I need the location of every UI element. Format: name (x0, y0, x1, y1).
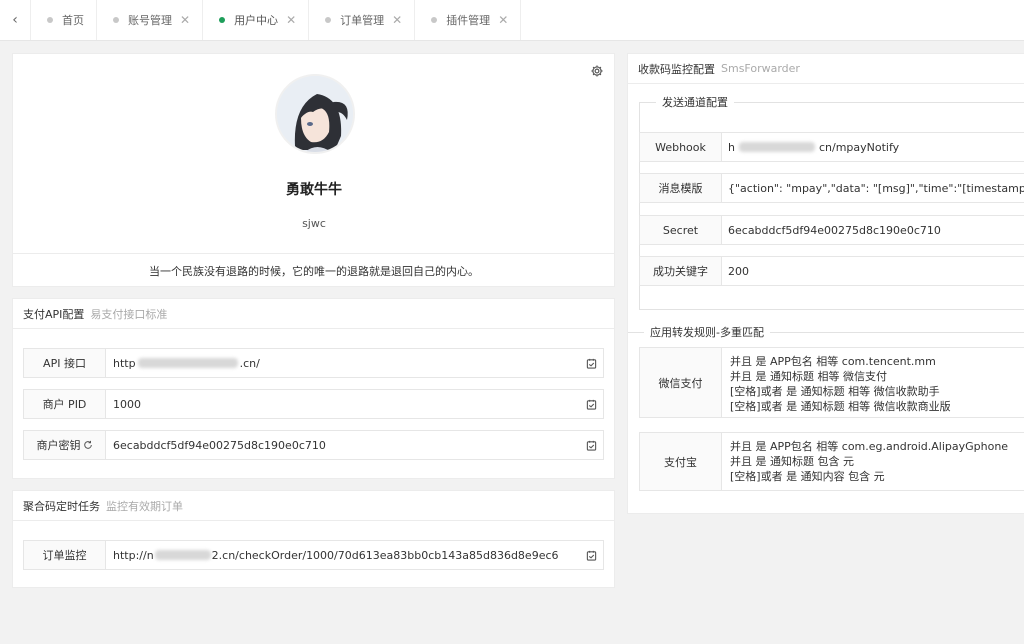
merchant-pid-label: 商户 PID (24, 390, 106, 418)
tab-1[interactable]: 账号管理 ✕ (97, 0, 204, 40)
order-monitor-value[interactable]: http://n 2.cn/checkOrder/1000/70d613ea83b… (106, 541, 579, 569)
tab-dot-icon (325, 17, 332, 23)
close-icon[interactable]: ✕ (180, 13, 190, 27)
tab-dot-icon (219, 17, 226, 23)
tab-dot-icon (113, 17, 119, 23)
rule-line: 并且 是 通知标题 相等 微信支付 (730, 370, 887, 383)
merchant-pid-row: 商户 PID 1000 (23, 389, 604, 419)
cron-header: 聚合码定时任务 监控有效期订单 (13, 491, 614, 521)
tab-label: 用户中心 (234, 14, 279, 27)
cron-title: 聚合码定时任务 (23, 499, 100, 513)
secret-label: Secret (640, 216, 722, 244)
monitor-header: 收款码监控配置 SmsForwarder (628, 54, 1024, 84)
gear-icon[interactable] (590, 64, 604, 78)
merchant-pid-value[interactable]: 1000 (106, 390, 579, 418)
redaction-blur (738, 142, 815, 152)
order-monitor-label: 订单监控 (24, 541, 106, 569)
profile-name: 勇敢牛牛 (286, 182, 342, 198)
tab-2[interactable]: 用户中心 ✕ (203, 0, 310, 40)
template-value[interactable]: {"action": "mpay","data": "[msg]","time"… (722, 174, 1024, 202)
success-keyword-row: 成功关键字 200 (639, 256, 1024, 286)
avatar (275, 74, 355, 154)
webhook-value[interactable]: h cn/mpayNotify (722, 133, 1024, 161)
close-icon[interactable]: ✕ (392, 13, 402, 27)
tab-label: 订单管理 (340, 14, 385, 27)
template-label: 消息模版 (640, 174, 722, 202)
monitor-subtitle: SmsForwarder (721, 62, 800, 75)
tab-dot-icon (47, 17, 53, 23)
success-keyword-label: 成功关键字 (640, 257, 722, 285)
merchant-key-label: 商户密钥 (24, 431, 106, 459)
webhook-label: Webhook (640, 133, 722, 161)
cron-subtitle: 监控有效期订单 (106, 499, 183, 513)
merchant-key-value[interactable]: 6ecabddcf5df94e00275d8c190e0c710 (106, 431, 579, 459)
chevron-left-icon: ‹ (12, 12, 18, 28)
close-icon[interactable]: ✕ (498, 13, 508, 27)
pay-api-header: 支付API配置 易支付接口标准 (13, 299, 614, 329)
api-endpoint-label: API 接口 (24, 349, 106, 377)
alipay-rule-list: 并且 是 APP包名 相等 com.eg.android.AlipayGphon… (722, 433, 1024, 490)
pay-api-title: 支付API配置 (23, 307, 85, 321)
tab-bar: ‹ 首页 账号管理 ✕ 用户中心 ✕ 订单管理 ✕ 插件管理 ✕ (0, 0, 1024, 41)
webhook-row: Webhook h cn/mpayNotify (639, 132, 1024, 162)
rule-line: [空格]或者 是 通知标题 相等 微信收款助手 (730, 385, 940, 398)
copy-icon[interactable] (579, 349, 603, 377)
success-keyword-value[interactable]: 200 (722, 257, 1024, 285)
pay-api-subtitle: 易支付接口标准 (90, 307, 168, 321)
rule-line: 并且 是 APP包名 相等 com.eg.android.AlipayGphon… (730, 440, 1009, 453)
api-endpoint-value[interactable]: http .cn/ (106, 349, 579, 377)
copy-icon[interactable] (579, 390, 603, 418)
send-channel-legend: 发送通道配置 (662, 96, 728, 109)
tab-back-button[interactable]: ‹ (0, 0, 31, 40)
rules-legend: 应用转发规则-多重匹配 (650, 326, 764, 339)
copy-icon[interactable] (579, 541, 603, 569)
rule-line: 并且 是 通知标题 包含 元 (730, 455, 854, 468)
refresh-icon[interactable] (83, 440, 93, 450)
profile-login: sjwc (302, 217, 326, 230)
copy-icon[interactable] (579, 431, 603, 459)
rules-fieldset: 应用转发规则-多重匹配 (628, 324, 1024, 340)
alipay-rule-row: 支付宝 并且 是 APP包名 相等 com.eg.android.AlipayG… (639, 432, 1024, 491)
monitor-config-card: 收款码监控配置 SmsForwarder 发送通道配置 Webhook h cn/… (627, 53, 1024, 514)
tab-dot-icon (431, 17, 438, 23)
order-monitor-row: 订单监控 http://n 2.cn/checkOrder/1000/70d613… (23, 540, 604, 570)
profile-divider (13, 253, 615, 254)
alipay-rule-label: 支付宝 (640, 433, 722, 490)
secret-row: Secret 6ecabddcf5df94e00275d8c190e0c710 (639, 215, 1024, 245)
monitor-title: 收款码监控配置 (638, 62, 715, 76)
tab-list: 首页 账号管理 ✕ 用户中心 ✕ 订单管理 ✕ 插件管理 ✕ (31, 0, 522, 40)
wechat-rule-label: 微信支付 (640, 348, 722, 417)
rule-line: 并且 是 APP包名 相等 com.tencent.mm (730, 355, 936, 368)
profile-motto: 当一个民族没有退路的时候，它的唯一的退路就是退回自己的内心。 (149, 265, 479, 278)
tab-0[interactable]: 首页 (31, 0, 97, 40)
wechat-rule-list: 并且 是 APP包名 相等 com.tencent.mm 并且 是 通知标题 相… (722, 348, 1024, 417)
tab-3[interactable]: 订单管理 ✕ (309, 0, 416, 40)
close-icon[interactable]: ✕ (286, 13, 296, 27)
rule-line: [空格]或者 是 通知内容 包含 元 (730, 470, 885, 483)
tab-label: 账号管理 (128, 14, 172, 27)
redaction-blur (137, 358, 238, 368)
pay-api-card: 支付API配置 易支付接口标准 API 接口 http .cn/ 商户 PID 1… (12, 298, 615, 479)
tab-label: 插件管理 (446, 14, 491, 27)
redaction-blur (154, 550, 211, 560)
merchant-key-row: 商户密钥 6ecabddcf5df94e00275d8c190e0c710 (23, 430, 604, 460)
secret-value[interactable]: 6ecabddcf5df94e00275d8c190e0c710 (722, 216, 1024, 244)
tab-4[interactable]: 插件管理 ✕ (415, 0, 522, 40)
tab-label: 首页 (62, 14, 84, 27)
profile-card: 勇敢牛牛 sjwc 当一个民族没有退路的时候，它的唯一的退路就是退回自己的内心。 (12, 53, 615, 287)
template-row: 消息模版 {"action": "mpay","data": "[msg]","… (639, 173, 1024, 203)
wechat-rule-row: 微信支付 并且 是 APP包名 相等 com.tencent.mm 并且 是 通… (639, 347, 1024, 418)
rule-line: [空格]或者 是 通知标题 相等 微信收款商业版 (730, 400, 951, 413)
api-endpoint-row: API 接口 http .cn/ (23, 348, 604, 378)
cron-card: 聚合码定时任务 监控有效期订单 订单监控 http://n 2.cn/checkO… (12, 490, 615, 588)
